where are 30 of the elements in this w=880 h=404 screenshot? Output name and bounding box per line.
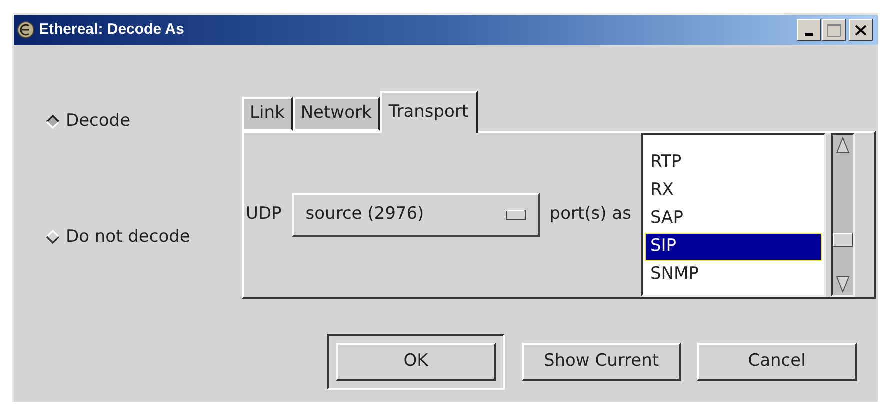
radio-label: Do not decode [66,226,190,248]
window-title: Ethereal: Decode As [39,20,184,40]
close-icon [855,24,867,36]
radio-button[interactable] [46,114,60,129]
list-item[interactable]: RTP [645,149,822,177]
app-logo-icon [17,21,35,39]
maximize-icon [827,24,841,36]
minimize-icon [805,33,813,36]
dropdown-indicator-icon [506,210,526,220]
dialog-button[interactable]: OK [336,343,496,381]
protocol-label: UDP [246,203,282,226]
maximize-button[interactable] [822,19,846,41]
port-dropdown[interactable]: source (2976) [292,193,540,237]
scroll-thumb[interactable] [833,233,854,247]
radio-label: Decode [66,110,131,133]
list-item[interactable]: SIP [645,233,822,261]
ports-label: port(s) as [550,203,632,226]
close-button[interactable] [849,19,873,41]
tab[interactable]: Network [292,97,380,131]
list-scrollbar[interactable] [831,133,856,297]
list-item[interactable]: RX [645,177,822,205]
list-item[interactable]: SNMP [645,261,822,289]
tab[interactable]: Transport [380,91,478,133]
list-item[interactable]: SAP [645,205,822,233]
protocol-list[interactable]: RTP RX SAP SIP SNMP [641,133,826,297]
dialog-button[interactable]: Show Current [522,343,681,381]
radio-button[interactable] [46,230,60,244]
dialog-button[interactable]: Cancel [697,343,857,381]
minimize-button[interactable] [797,19,821,41]
tab[interactable]: Link [242,97,293,131]
